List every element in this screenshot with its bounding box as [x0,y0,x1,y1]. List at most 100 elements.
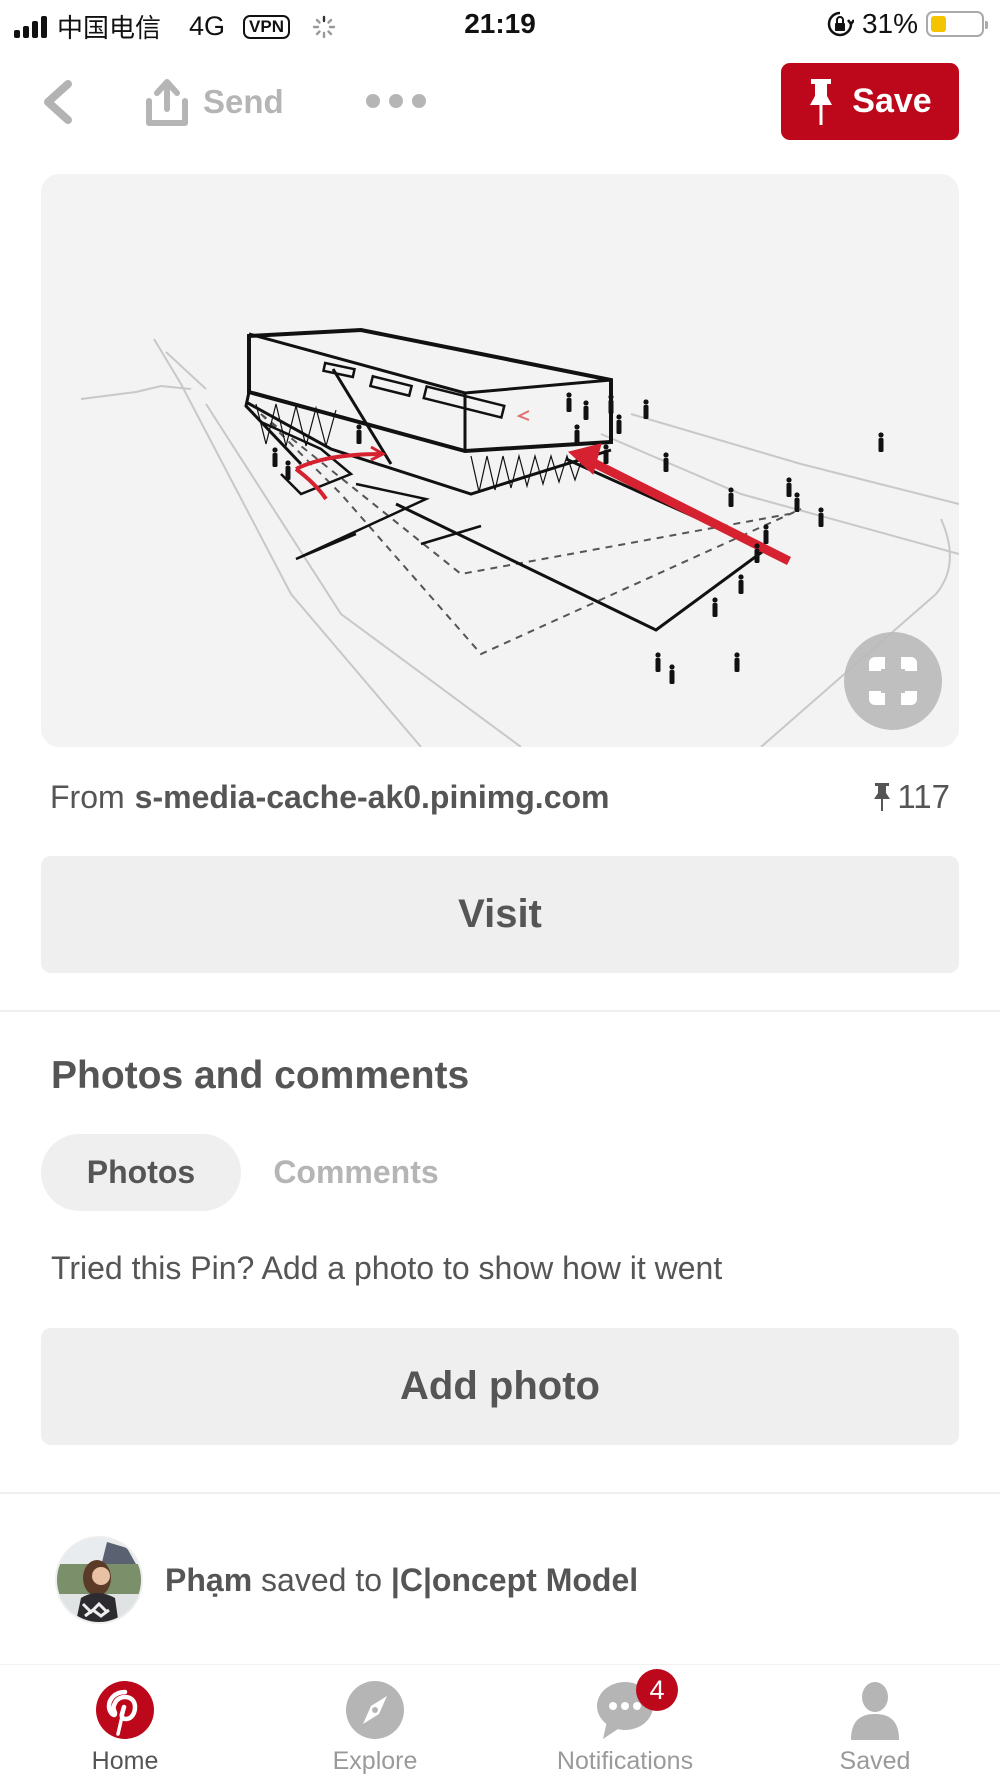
saved-by-row: Phạm saved to |C|oncept Model [55,1536,638,1624]
person-figure [754,543,760,549]
tab-explore-label: Explore [332,1747,418,1775]
add-photo-button[interactable]: Add photo [41,1328,959,1445]
person-figure [878,438,884,452]
person-figure [734,658,740,672]
person-icon [851,1682,899,1740]
person-figure [794,498,800,512]
person-figure [786,483,792,497]
section-divider [0,1492,1000,1494]
person-figure [608,394,614,400]
battery-level [931,16,946,32]
person-figure [738,580,744,594]
visual-search-button[interactable] [844,632,942,730]
user-photo [57,1538,141,1622]
compass-icon [346,1681,404,1739]
person-figure [663,452,669,458]
add-photo-hint: Tried this Pin? Add a photo to show how … [51,1250,723,1286]
tab-home-label: Home [91,1747,159,1775]
save-count-value: 117 [897,778,950,815]
person-figure [738,574,744,580]
person-figure [643,399,649,405]
add-photo-label: Add photo [400,1364,600,1408]
person-figure [616,420,622,434]
person-figure [566,398,572,412]
source-prefix: From [50,778,125,815]
person-figure [818,507,824,513]
person-figure [608,400,614,414]
person-figure [712,603,718,617]
ellipsis-icon [366,94,426,108]
person-figure [603,444,609,450]
pinterest-logo-icon [96,1681,154,1739]
saved-by-user-link[interactable]: Phạm [165,1562,252,1598]
orientation-lock-icon [827,11,854,37]
person-figure [285,466,291,480]
person-figure [734,652,740,658]
person-figure [356,424,362,430]
notification-badge: 4 [636,1669,678,1711]
photos-comments-title: Photos and comments [51,1054,470,1097]
avatar[interactable] [55,1536,143,1624]
more-options-button[interactable] [365,86,427,116]
person-figure [728,493,734,507]
person-figure [754,549,760,563]
tab-saved[interactable]: Saved [750,1665,1000,1778]
person-figure [794,492,800,498]
pushpin-icon [874,783,891,811]
person-figure [616,414,622,420]
save-count: 117 [873,778,950,816]
person-figure [583,406,589,420]
visit-button[interactable]: Visit [41,856,959,973]
status-bar: 中国电信 4G VPN 21:19 31% [0,0,1000,50]
pin-source-row: From s-media-cache-ak0.pinimg.com 117 [50,775,950,819]
person-figure [272,453,278,467]
tab-notifications[interactable]: 4 Notifications [500,1665,750,1778]
person-figure [663,458,669,472]
person-figure [712,597,718,603]
person-figure [356,430,362,444]
person-figure [763,530,769,544]
person-figure [878,432,884,438]
saved-to-label: saved to [252,1561,391,1598]
visit-label: Visit [458,892,542,936]
tab-photos[interactable]: Photos [41,1134,241,1211]
person-figure [603,450,609,464]
person-figure [566,392,572,398]
pushpin-icon [810,78,833,125]
send-label: Send [203,83,284,120]
person-figure [655,658,661,672]
board-link[interactable]: |C|oncept Model [391,1562,638,1598]
battery-percent: 31% [861,8,918,39]
person-figure [272,447,278,453]
person-figure [583,400,589,406]
person-figure [786,477,792,483]
save-label: Save [852,82,932,120]
tab-home[interactable]: Home [0,1665,250,1778]
send-button[interactable]: Send [145,74,284,130]
tab-saved-label: Saved [839,1747,911,1775]
pin-image[interactable] [41,174,959,747]
source-domain-link[interactable]: s-media-cache-ak0.pinimg.com [135,779,610,816]
share-icon [146,79,188,126]
person-figure [574,430,580,444]
person-figure [818,513,824,527]
save-button[interactable]: Save [781,63,959,140]
back-button[interactable] [38,78,78,126]
person-figure [763,524,769,530]
person-figure [669,670,675,684]
photos-comments-tabs: Photos Comments [41,1134,471,1211]
tab-explore[interactable]: Explore [250,1665,500,1778]
bottom-tab-bar: Home Explore 4 Notifications Saved [0,1664,1000,1778]
person-figure [655,652,661,658]
tab-notifications-label: Notifications [556,1747,694,1775]
battery-icon [926,11,988,37]
person-figure [669,664,675,670]
section-divider [0,1010,1000,1012]
tab-comments[interactable]: Comments [241,1134,471,1211]
visual-search-icon [869,657,917,705]
saved-by-text: Phạm saved to |C|oncept Model [165,1562,638,1599]
pin-action-bar: Send Save [0,56,1000,146]
architecture-sketch-image [80,327,959,747]
person-figure [728,487,734,493]
chevron-left-icon [44,80,72,124]
